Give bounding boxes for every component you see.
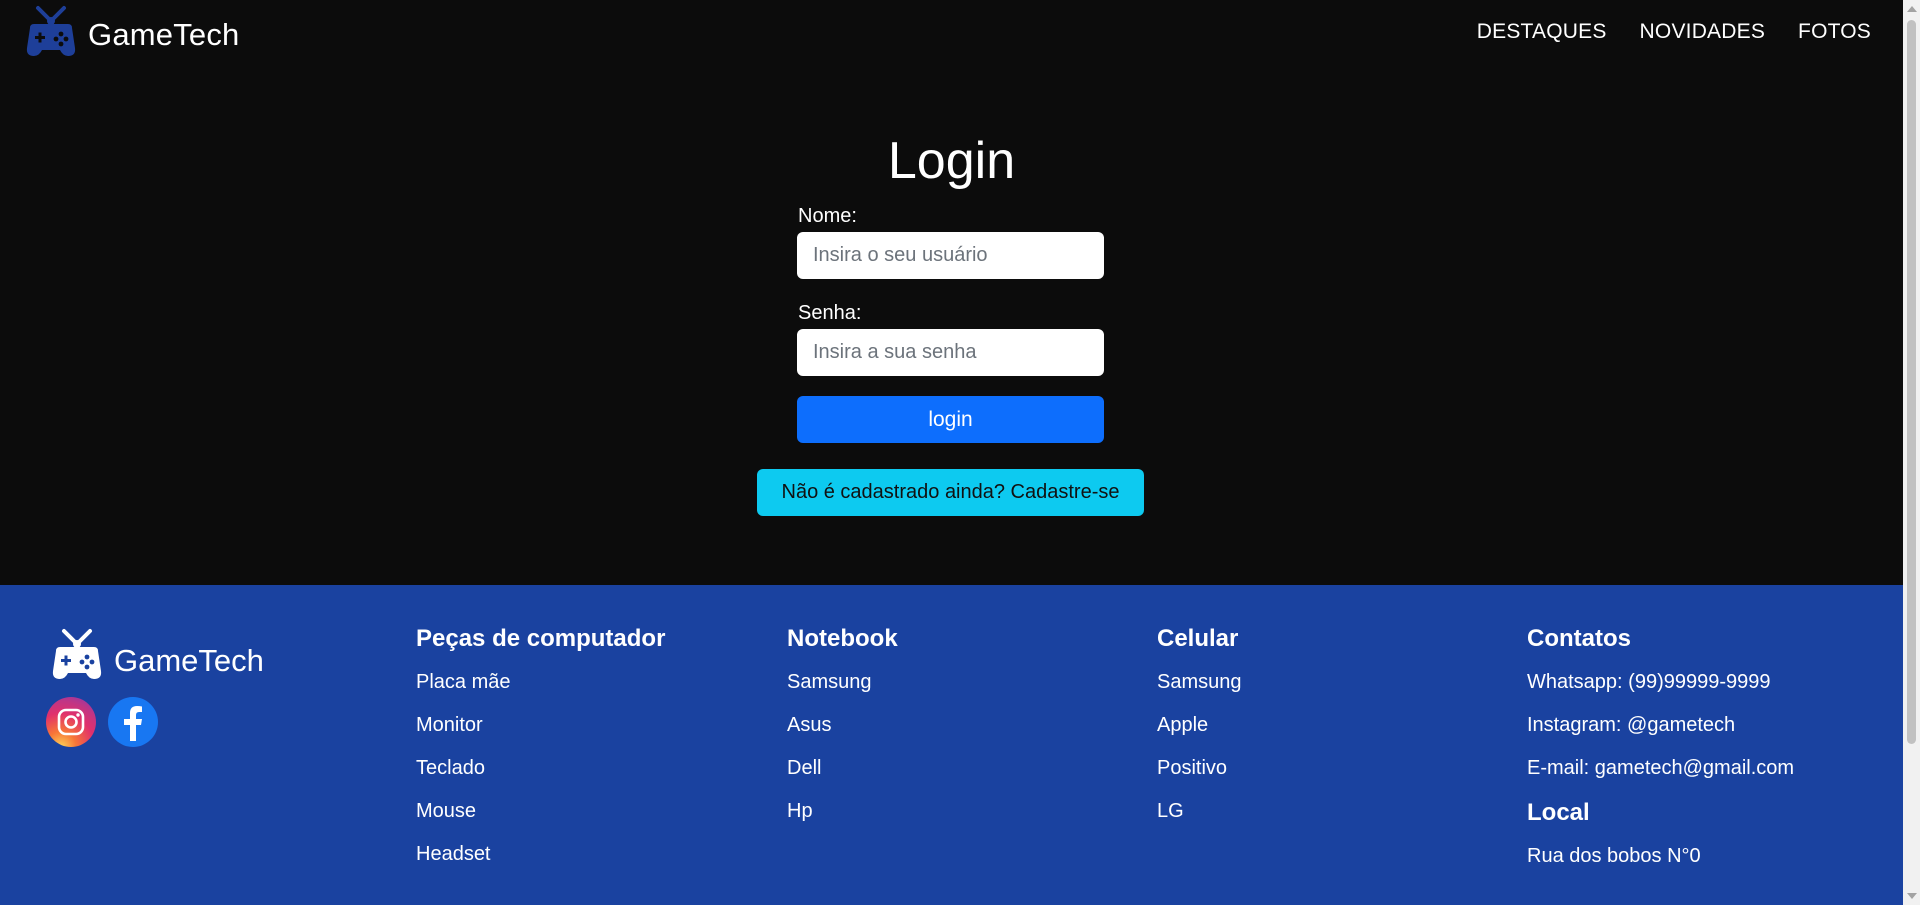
login-section: Login Nome: Senha: login Não é cadastrad… — [0, 0, 1903, 585]
footer-link[interactable]: Hp — [787, 799, 898, 824]
scroll-up-arrow-icon[interactable] — [1907, 6, 1917, 12]
footer-link[interactable]: Samsung — [787, 670, 898, 695]
name-label: Nome: — [798, 205, 857, 227]
password-input[interactable] — [797, 329, 1104, 376]
contact-whatsapp: Whatsapp: (99)99999-9999 — [1527, 671, 1771, 693]
footer-column-pecas: Peças de computador Placa mãe Monitor Te… — [416, 625, 665, 885]
scroll-down-arrow-icon[interactable] — [1907, 893, 1917, 899]
footer-link[interactable]: Mouse — [416, 799, 665, 824]
footer-link[interactable]: Placa mãe — [416, 670, 665, 695]
signup-button[interactable]: Não é cadastrado ainda? Cadastre-se — [757, 469, 1144, 516]
footer-link[interactable]: LG — [1157, 799, 1242, 824]
footer-column-celular: Celular Samsung Apple Positivo LG — [1157, 625, 1242, 842]
instagram-icon[interactable] — [46, 697, 96, 747]
contact-email: E-mail: gametech@gmail.com — [1527, 757, 1795, 779]
local-address: Rua dos bobos N°0 — [1527, 845, 1701, 867]
footer-link[interactable]: Teclado — [416, 756, 665, 781]
footer-link[interactable]: Headset — [416, 842, 665, 867]
username-input[interactable] — [797, 232, 1104, 279]
game-controller-tv-icon — [46, 625, 108, 688]
footer-column-title: Notebook — [787, 625, 898, 652]
footer-column-title: Celular — [1157, 625, 1239, 652]
footer-link[interactable]: Positivo — [1157, 756, 1242, 781]
password-label: Senha: — [798, 302, 862, 324]
footer-brand: GameTech — [46, 625, 264, 688]
facebook-icon[interactable] — [108, 697, 158, 747]
footer-column-title: Peças de computador — [416, 625, 666, 652]
footer-link[interactable]: Asus — [787, 713, 898, 738]
page-scrollbar[interactable] — [1903, 0, 1920, 905]
scrollbar-thumb[interactable] — [1907, 20, 1916, 744]
login-title: Login — [887, 132, 1016, 190]
footer-column-notebook: Notebook Samsung Asus Dell Hp — [787, 625, 898, 842]
footer-column-contatos: Contatos Whatsapp: (99)99999-9999 Instag… — [1527, 625, 1794, 887]
footer-link[interactable]: Apple — [1157, 713, 1242, 738]
page: GameTech DESTAQUES NOVIDADES FOTOS Login… — [0, 0, 1903, 905]
site-footer: GameTech Peças de computador Placa mãe M… — [0, 585, 1903, 905]
footer-link[interactable]: Dell — [787, 756, 898, 781]
footer-link[interactable]: Monitor — [416, 713, 665, 738]
contacts-title: Contatos — [1527, 625, 1631, 652]
footer-brand-name: GameTech — [114, 642, 264, 678]
social-links — [46, 697, 158, 747]
footer-link[interactable]: Samsung — [1157, 670, 1242, 695]
local-title: Local — [1527, 799, 1590, 826]
contact-instagram: Instagram: @gametech — [1527, 714, 1736, 736]
login-button[interactable]: login — [797, 396, 1104, 443]
